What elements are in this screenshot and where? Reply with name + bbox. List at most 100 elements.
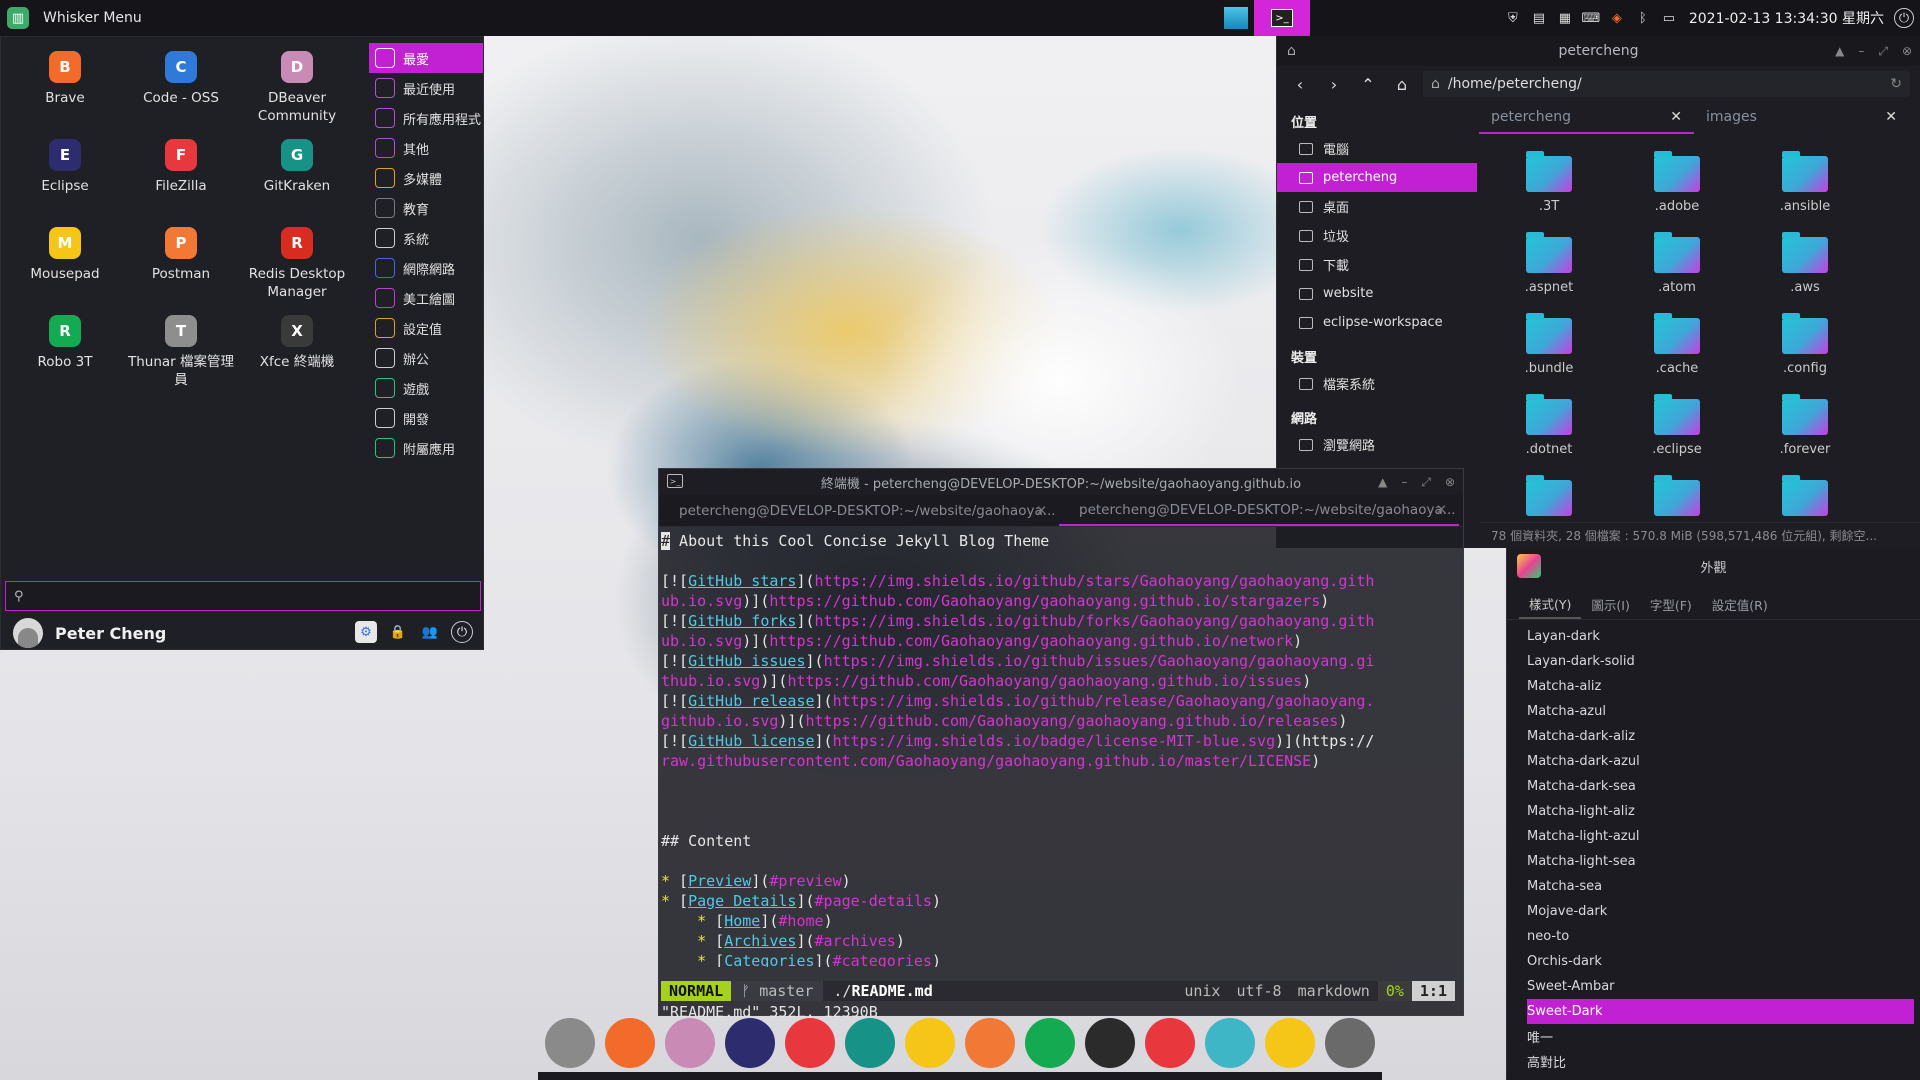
power-icon[interactable]: ⏻	[1894, 8, 1914, 28]
maximize-icon[interactable]: ⤢	[1878, 44, 1888, 59]
category-item[interactable]: 教育	[369, 193, 483, 223]
sidebar-item[interactable]: petercheng	[1277, 163, 1477, 192]
gitkraken-icon[interactable]	[845, 1018, 895, 1068]
category-item[interactable]: 最愛	[369, 43, 483, 73]
close-tab-icon[interactable]: ✕	[1436, 502, 1447, 518]
sidebar-item[interactable]: 電腦	[1277, 134, 1477, 163]
network-icon[interactable]: ▤	[1529, 8, 1549, 28]
appearance-tab[interactable]: 設定值(R)	[1702, 590, 1778, 619]
category-item[interactable]: 附屬應用	[369, 433, 483, 463]
category-item[interactable]: 所有應用程式	[369, 103, 483, 133]
sidebar-item[interactable]: 垃圾	[1277, 221, 1477, 250]
terminal-tab-2[interactable]: petercheng@DEVELOP-DESKTOP:~/website/gao…	[1059, 495, 1459, 526]
reload-icon[interactable]: ↻	[1890, 76, 1902, 92]
inkscape-icon[interactable]	[1325, 1018, 1375, 1068]
category-item[interactable]: 設定值	[369, 313, 483, 343]
sidebar-item[interactable]: 下載	[1277, 250, 1477, 279]
folder-item[interactable]: .dotnet	[1485, 391, 1613, 466]
postman-icon[interactable]	[965, 1018, 1015, 1068]
terminal-icon[interactable]	[1085, 1018, 1135, 1068]
category-item[interactable]: 多媒體	[369, 163, 483, 193]
appearance-tab[interactable]: 圖示(I)	[1581, 590, 1639, 619]
favorite-app[interactable]: F FileZilla	[123, 133, 239, 215]
folder-item[interactable]: .3T	[1485, 148, 1613, 223]
favorite-app[interactable]: D DBeaver Community	[239, 45, 355, 127]
theme-item[interactable]: neo-to	[1507, 924, 1920, 949]
brave-icon[interactable]	[605, 1018, 655, 1068]
search-input[interactable]	[31, 588, 452, 604]
folder-item[interactable]: .bundle	[1485, 310, 1613, 385]
up-icon[interactable]: ⌃	[1355, 71, 1381, 97]
theme-item[interactable]: Matcha-aliz	[1507, 674, 1920, 699]
trash-icon[interactable]	[1145, 1018, 1195, 1068]
theme-item[interactable]: Layan-dark	[1507, 624, 1920, 649]
eclipse-icon[interactable]	[725, 1018, 775, 1068]
close-tab-icon[interactable]: ✕	[1885, 109, 1897, 125]
theme-item[interactable]: Matcha-light-aliz	[1507, 799, 1920, 824]
switch-user-icon[interactable]: 👥	[419, 621, 441, 643]
clipboard-icon[interactable]: ▦	[1555, 8, 1575, 28]
atom-icon[interactable]	[1205, 1018, 1255, 1068]
sidebar-item[interactable]: 瀏覽網路	[1277, 430, 1477, 459]
folder-item[interactable]: .cache	[1613, 310, 1741, 385]
appearance-tab[interactable]: 字型(F)	[1640, 590, 1702, 619]
theme-item[interactable]: Sweet-Ambar	[1507, 974, 1920, 999]
favorite-app[interactable]: P Postman	[123, 221, 239, 303]
vim-buffer[interactable]: # About this Cool Concise Jekyll Blog Th…	[659, 527, 1463, 967]
theme-item[interactable]: Matcha-dark-azul	[1507, 749, 1920, 774]
brave-tray-icon[interactable]: ◈	[1607, 8, 1627, 28]
fm-tab-petercheng[interactable]: petercheng ✕	[1479, 102, 1694, 134]
folder-item[interactable]: .config	[1741, 310, 1869, 385]
close-icon[interactable]: ⊗	[1445, 475, 1455, 489]
folder-item[interactable]: .atom	[1613, 229, 1741, 304]
theme-item[interactable]: 唯一	[1507, 1024, 1920, 1049]
favorite-app[interactable]: T Thunar 檔案管理員	[123, 309, 239, 391]
sidebar-item[interactable]: 檔案系統	[1277, 369, 1477, 398]
theme-item[interactable]: Matcha-azul	[1507, 699, 1920, 724]
theme-item[interactable]: 高對比	[1507, 1049, 1920, 1074]
category-item[interactable]: 最近使用	[369, 73, 483, 103]
favorite-app[interactable]: C Code - OSS	[123, 45, 239, 127]
favorite-app[interactable]: B Brave	[7, 45, 123, 127]
folder-item[interactable]: .forever	[1741, 391, 1869, 466]
favorite-app[interactable]: E Eclipse	[7, 133, 123, 215]
battery-icon[interactable]: ▭	[1659, 8, 1679, 28]
favorite-app[interactable]: X Xfce 終端機	[239, 309, 355, 391]
category-item[interactable]: 網際網路	[369, 253, 483, 283]
theme-item[interactable]: Matcha-sea	[1507, 874, 1920, 899]
shield-icon[interactable]: ⛨	[1503, 8, 1523, 28]
folder-item[interactable]: .aspnet	[1485, 229, 1613, 304]
thunar-icon[interactable]	[545, 1018, 595, 1068]
workspace-2[interactable]: >_	[1254, 0, 1310, 36]
category-item[interactable]: 開發	[369, 403, 483, 433]
mousepad-icon[interactable]	[905, 1018, 955, 1068]
minimize-icon[interactable]: –	[1401, 475, 1407, 489]
category-item[interactable]: 遊戲	[369, 373, 483, 403]
robo3t-icon[interactable]	[1025, 1018, 1075, 1068]
appearance-tab[interactable]: 樣式(Y)	[1519, 590, 1582, 619]
favorite-app[interactable]: R Redis Desktop Manager	[239, 221, 355, 303]
terminal-tab-1[interactable]: petercheng@DEVELOP-DESKTOP:~/website/gao…	[659, 495, 1059, 526]
back-icon[interactable]: ‹	[1287, 71, 1313, 97]
minimize-icon[interactable]: –	[1858, 44, 1864, 58]
sidebar-item[interactable]: 桌面	[1277, 192, 1477, 221]
folder-item[interactable]: .eclipse	[1613, 391, 1741, 466]
favorite-app[interactable]: R Robo 3T	[7, 309, 123, 391]
favorite-app[interactable]: G GitKraken	[239, 133, 355, 215]
fm-tab-images[interactable]: images ✕	[1694, 102, 1909, 134]
folder-item[interactable]: .aws	[1741, 229, 1869, 304]
keyboard-icon[interactable]: ⌨	[1581, 8, 1601, 28]
maximize-icon[interactable]: ⤢	[1421, 475, 1431, 490]
theme-item[interactable]: Layan-dark-solid	[1507, 649, 1920, 674]
workspace-1[interactable]	[1218, 0, 1254, 36]
shade-icon[interactable]: ▲	[1835, 44, 1844, 58]
theme-item[interactable]: Matcha-light-sea	[1507, 849, 1920, 874]
category-item[interactable]: 美工繪圖	[369, 283, 483, 313]
sidebar-item[interactable]: eclipse-workspace	[1277, 308, 1477, 337]
favorite-app[interactable]: M Mousepad	[7, 221, 123, 303]
dbeaver-icon[interactable]	[665, 1018, 715, 1068]
theme-item[interactable]: Sweet-Dark	[1527, 999, 1914, 1024]
category-item[interactable]: 系統	[369, 223, 483, 253]
lock-icon[interactable]: 🔒	[387, 621, 409, 643]
filezilla-icon[interactable]	[785, 1018, 835, 1068]
